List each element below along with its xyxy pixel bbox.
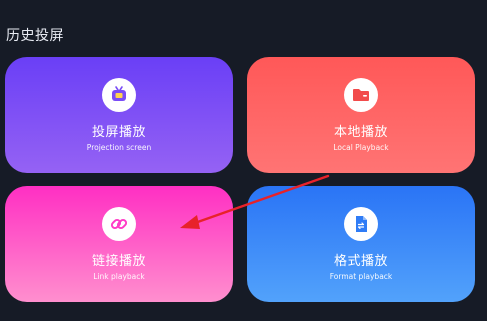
link-playback-card[interactable]: 链接播放 Link playback bbox=[5, 186, 233, 302]
file-convert-icon bbox=[344, 207, 378, 241]
card-title: 投屏播放 bbox=[91, 125, 146, 140]
projection-screen-card[interactable]: 投屏播放 Projection screen bbox=[5, 57, 233, 173]
card-title: 链接播放 bbox=[91, 254, 146, 269]
tv-icon bbox=[102, 78, 136, 112]
card-subtitle: Projection screen bbox=[86, 143, 152, 152]
link-icon bbox=[102, 207, 136, 241]
card-subtitle: Link playback bbox=[93, 272, 145, 281]
card-subtitle: Local Playback bbox=[333, 143, 389, 152]
format-playback-card[interactable]: 格式播放 Format playback bbox=[247, 186, 475, 302]
card-subtitle: Format playback bbox=[329, 272, 393, 281]
card-title: 本地播放 bbox=[333, 125, 388, 140]
section-title: 历史投屏 bbox=[6, 28, 64, 44]
folder-icon bbox=[344, 78, 378, 112]
local-playback-card[interactable]: 本地播放 Local Playback bbox=[247, 57, 475, 173]
card-title: 格式播放 bbox=[333, 254, 388, 269]
